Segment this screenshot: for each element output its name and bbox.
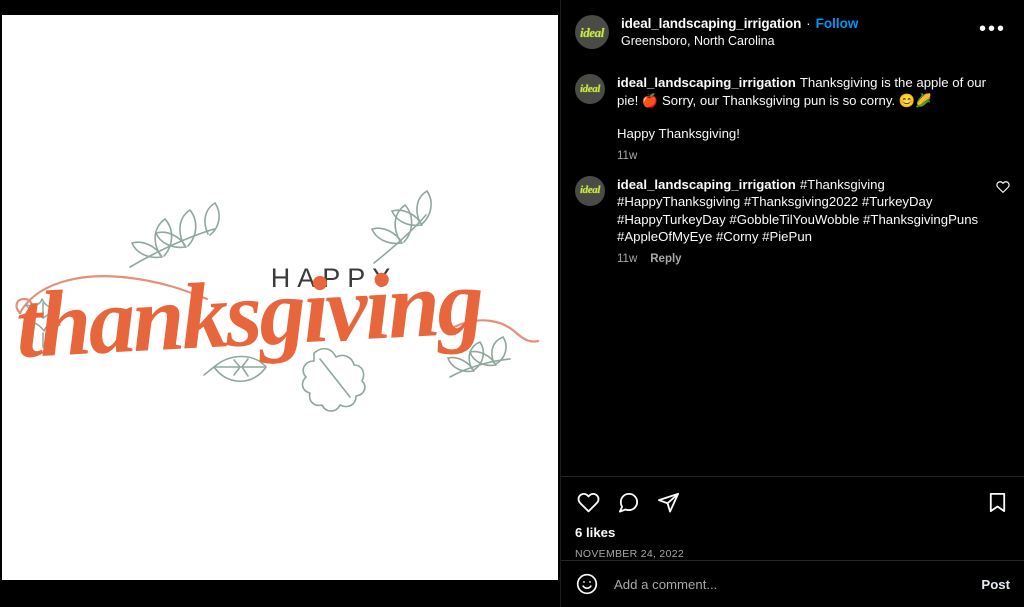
- caption-username[interactable]: ideal_landscaping_irrigation: [617, 75, 796, 90]
- post-action-bar: [561, 477, 1024, 521]
- post-comment-button[interactable]: Post: [971, 577, 1010, 592]
- avatar[interactable]: ideal: [575, 15, 609, 49]
- caption-second-line: Happy Thanksgiving!: [617, 126, 740, 141]
- comment-timestamp: 11w: [617, 252, 638, 265]
- comments-list[interactable]: ideal ideal_landscaping_irrigation Thanks…: [561, 62, 1024, 476]
- bookmark-icon[interactable]: [984, 489, 1010, 515]
- action-icons-left: [575, 489, 681, 515]
- comment-avatar[interactable]: ideal: [575, 175, 605, 206]
- avatar-label: ideal: [580, 184, 600, 196]
- caption-meta: 11w: [617, 150, 1010, 162]
- caption-text-block: ideal_landscaping_irrigation Thanksgiving…: [617, 74, 1010, 109]
- header-username-row: ideal_landscaping_irrigation · Follow: [621, 16, 975, 31]
- comment-username[interactable]: ideal_landscaping_irrigation: [617, 177, 796, 192]
- post-header: ideal ideal_landscaping_irrigation · Fol…: [561, 0, 1024, 62]
- post-sidebar: ideal ideal_landscaping_irrigation · Fol…: [560, 0, 1024, 607]
- add-comment-bar: Post: [561, 561, 1024, 607]
- header-separator: ·: [806, 16, 811, 31]
- caption-body: ideal_landscaping_irrigation Thanksgiving…: [617, 74, 1010, 162]
- comment-input[interactable]: [612, 575, 972, 593]
- comment-reply-button[interactable]: Reply: [650, 253, 681, 265]
- header-username[interactable]: ideal_landscaping_irrigation: [621, 16, 801, 31]
- post-location[interactable]: Greensboro, North Carolina: [621, 34, 975, 48]
- likes-count[interactable]: 6 likes: [575, 525, 1010, 540]
- comment-text-block: ideal_landscaping_irrigation #Thanksgivin…: [617, 176, 988, 246]
- comment-row: ideal ideal_landscaping_irrigation #Thank…: [575, 164, 1010, 267]
- post-date: NOVEMBER 24, 2022: [575, 548, 684, 560]
- comment-meta: 11w Reply: [617, 253, 988, 265]
- comment-body: ideal_landscaping_irrigation #Thanksgivin…: [617, 176, 988, 265]
- instagram-post: HAPPY thanksgiving ideal ideal_landscapi…: [0, 0, 1024, 607]
- post-media-column: HAPPY thanksgiving: [0, 0, 560, 607]
- share-paper-plane-icon[interactable]: [655, 489, 681, 515]
- caption-row: ideal ideal_landscaping_irrigation Thanks…: [575, 62, 1010, 164]
- caption-timestamp: 11w: [617, 149, 638, 162]
- post-stats: 6 likes NOVEMBER 24, 2022: [561, 521, 1024, 560]
- more-options-icon[interactable]: •••: [975, 18, 1010, 46]
- caption-avatar[interactable]: ideal: [575, 74, 605, 104]
- thanksgiving-artwork: HAPPY thanksgiving: [2, 15, 558, 580]
- smiley-face-icon[interactable]: [575, 572, 599, 596]
- avatar-label: ideal: [580, 82, 600, 95]
- header-text-group: ideal_landscaping_irrigation · Follow Gr…: [621, 16, 975, 48]
- comment-like-heart-icon[interactable]: [996, 180, 1010, 199]
- comment-bubble-icon[interactable]: [615, 489, 641, 515]
- avatar-label: ideal: [580, 24, 604, 40]
- follow-button[interactable]: Follow: [816, 16, 859, 31]
- post-image[interactable]: HAPPY thanksgiving: [2, 15, 558, 580]
- like-heart-icon[interactable]: [575, 489, 601, 515]
